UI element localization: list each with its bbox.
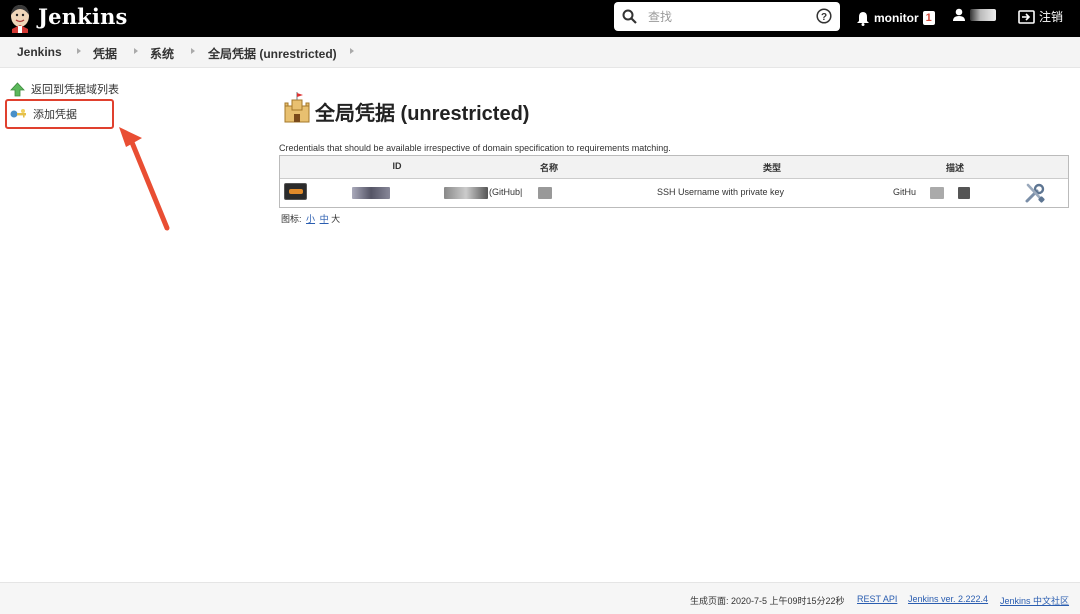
breadcrumb-system[interactable]: 系统 [150,45,174,62]
annotation-arrow-icon [119,127,170,231]
icon-size-medium-link[interactable]: 中 [320,214,329,224]
table-header: ID 名称 类型 描述 [280,156,1068,179]
help-icon[interactable]: ? [816,8,832,24]
user-icon [953,8,965,21]
jenkins-version-link[interactable]: Jenkins ver. 2.222.4 [908,594,988,604]
rest-api-link[interactable]: REST API [857,594,897,604]
logout-icon [1018,9,1035,24]
monitor-notifications[interactable]: monitor 1 [856,8,935,28]
icon-size-large-current: 大 [331,214,341,224]
page-generated-timestamp: 生成页面: 2020-7-5 上午09时15分22秒 [690,596,845,606]
credential-name-redacted [444,187,488,199]
up-arrow-icon [10,81,25,96]
icon-size-small-link[interactable]: 小 [306,214,315,224]
column-header-id[interactable]: ID [393,161,402,171]
breadcrumb-jenkins[interactable]: Jenkins [17,45,62,59]
bell-icon [857,11,869,26]
breadcrumb-credentials[interactable]: 凭据 [93,45,117,62]
configure-tools-icon[interactable] [1024,182,1046,204]
jenkins-community-link[interactable]: Jenkins 中文社区 [1000,594,1069,607]
castle-icon [284,92,310,123]
breadcrumb-separator[interactable] [77,48,81,54]
breadcrumb-separator[interactable] [350,48,354,54]
search-box: ? [614,2,840,31]
credentials-table: ID 名称 类型 描述 (GitHub| SSH Username with p… [279,155,1069,208]
sidebar-item-back-to-domains[interactable]: 返回到凭据域列表 [10,81,119,97]
user-menu[interactable] [952,8,996,22]
column-header-description[interactable]: 描述 [946,161,964,174]
page-title: 全局凭据 (unrestricted) [315,103,530,125]
annotation-highlight-box [5,99,114,129]
credential-id-redacted[interactable] [352,187,390,199]
logout-link[interactable]: 注销 [1018,8,1063,25]
breadcrumb: Jenkins 凭据 系统 全局凭据 (unrestricted) [0,37,1080,68]
credential-name-redacted [538,187,552,199]
jenkins-logo-icon[interactable] [8,3,32,33]
jenkins-brand[interactable]: Jenkins [38,4,128,29]
credential-name[interactable]: (GitHub| [489,187,522,197]
credential-description-redacted [930,187,944,199]
monitor-label: monitor [874,11,919,25]
column-header-name[interactable]: 名称 [540,161,558,174]
credential-type: SSH Username with private key [657,187,785,197]
breadcrumb-separator[interactable] [134,48,138,54]
ssh-credential-icon [284,183,307,200]
icon-size-selector: 图标: 小 中 大 [281,212,340,225]
svg-text:?: ? [821,12,827,23]
search-icon [622,9,637,24]
user-name-redacted [970,9,996,21]
sidebar-item-label: 返回到凭据域列表 [31,84,119,96]
monitor-count-badge: 1 [922,11,935,25]
breadcrumb-separator[interactable] [191,48,195,54]
column-header-type[interactable]: 类型 [763,161,781,174]
credential-description-redacted [958,187,970,199]
search-input[interactable] [646,6,820,28]
credential-description: GitHu [893,187,917,197]
page-footer: 生成页面: 2020-7-5 上午09时15分22秒 REST API Jenk… [0,582,1080,614]
breadcrumb-global-credentials[interactable]: 全局凭据 (unrestricted) [208,45,337,62]
logout-label: 注销 [1039,10,1064,24]
table-row[interactable]: (GitHub| SSH Username with private key G… [280,178,1068,207]
top-header: Jenkins ? monitor 1 注销 [0,0,1080,37]
page-description: Credentials that should be available irr… [279,143,671,153]
icon-size-label: 图标: [281,214,302,224]
